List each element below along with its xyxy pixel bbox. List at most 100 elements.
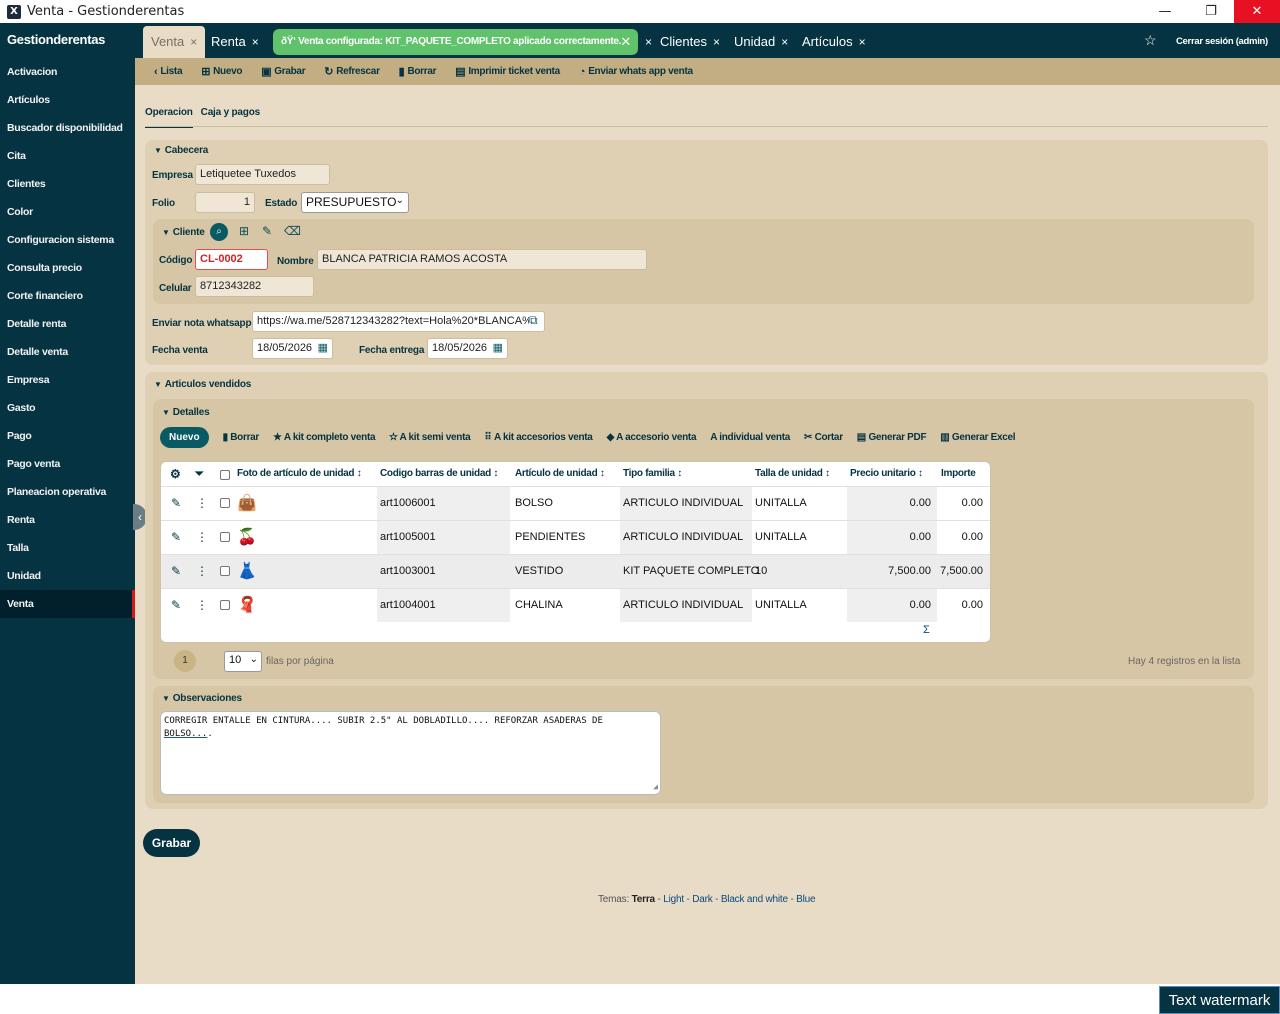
cortar-button[interactable]: ✂ Cortar bbox=[804, 432, 843, 443]
sidebar-item-consulta-precio[interactable]: Consulta precio bbox=[0, 254, 135, 282]
col-tipo[interactable]: Tipo familia ↕ bbox=[623, 462, 682, 486]
sidebar-item-detalle-venta[interactable]: Detalle venta bbox=[0, 338, 135, 366]
sidebar-item-unidad[interactable]: Unidad bbox=[0, 562, 135, 590]
close-tab-icon[interactable]: × bbox=[252, 26, 259, 58]
theme-blue[interactable]: Blue bbox=[796, 894, 815, 905]
whatsapp-link-field[interactable]: https://wa.me/528712343282?text=Hola%20*… bbox=[252, 311, 545, 332]
grabar-button[interactable]: Grabar bbox=[143, 829, 200, 857]
accesorio-button[interactable]: ◆ A accesorio venta bbox=[607, 432, 697, 443]
toolbar-lista-button[interactable]: ‹ Lista bbox=[154, 66, 183, 78]
close-window-button[interactable]: ✕ bbox=[1234, 0, 1280, 23]
nuevo-detail-button[interactable]: Nuevo bbox=[160, 427, 209, 448]
table-row[interactable]: ✎ ⋮ 🧣 art1004001 CHALINA ARTICULO INDIVIDUAL U… bbox=[161, 588, 990, 622]
toolbar-imprimir-ticket-venta-button[interactable]: ▤ Imprimir ticket venta bbox=[455, 65, 560, 78]
grid-settings-gear-icon[interactable]: ⚙ bbox=[170, 462, 181, 486]
col-codigo[interactable]: Codigo barras de unidad ↕ bbox=[380, 462, 498, 486]
estado-select[interactable]: PRESUPUESTO ⌄ bbox=[301, 192, 409, 213]
tab-renta[interactable]: Renta × bbox=[211, 26, 259, 58]
tab-venta[interactable]: Venta × bbox=[143, 26, 206, 58]
close-tab-icon[interactable]: × bbox=[645, 26, 652, 58]
table-row[interactable]: ✎ ⋮ 👗 art1003001 VESTIDO KIT PAQUETE COMPLETO… bbox=[161, 554, 990, 588]
sidebar-item-configuracion-sistema[interactable]: Configuracion sistema bbox=[0, 226, 135, 254]
sidebar-item-venta[interactable]: Venta bbox=[0, 590, 135, 618]
detalles-header[interactable]: ▼ Detalles bbox=[162, 407, 210, 418]
sidebar-item-artículos[interactable]: Artículos bbox=[0, 86, 135, 114]
minimize-button[interactable]: — bbox=[1142, 0, 1188, 23]
logout-link[interactable]: Cerrar sesión (admin) bbox=[1176, 36, 1268, 47]
sidebar-item-talla[interactable]: Talla bbox=[0, 534, 135, 562]
theme-dark[interactable]: Dark bbox=[692, 894, 713, 905]
col-importe[interactable]: Importe bbox=[941, 462, 976, 486]
kit-completo-button[interactable]: ★ A kit completo venta bbox=[273, 432, 376, 443]
close-tab-icon[interactable]: × bbox=[859, 26, 866, 58]
calendar-icon[interactable]: ▦ bbox=[493, 342, 503, 355]
fecha-entrega-field[interactable]: 18/05/2026 ▦ bbox=[427, 338, 508, 359]
sidebar-item-gasto[interactable]: Gasto bbox=[0, 394, 135, 422]
subtab-caja-y-pagos[interactable]: Caja y pagos bbox=[201, 104, 260, 128]
col-foto[interactable]: Foto de artículo de unidad ↕ bbox=[237, 462, 362, 486]
sidebar-item-cita[interactable]: Cita bbox=[0, 142, 135, 170]
close-tab-icon[interactable]: × bbox=[781, 26, 788, 58]
table-row[interactable]: ✎ ⋮ 👜 art1006001 BOLSO ARTICULO INDIVIDUAL UNI… bbox=[161, 486, 990, 520]
tab-articulos[interactable]: Artículos × bbox=[802, 26, 866, 58]
toolbar-grabar-button[interactable]: ▣ Grabar bbox=[261, 65, 305, 78]
row-checkbox[interactable] bbox=[220, 566, 230, 576]
toolbar-enviar-whats-app-venta-button[interactable]: ◔ Enviar whats app venta bbox=[579, 66, 693, 78]
row-menu-dots-icon[interactable]: ⋮ bbox=[196, 555, 208, 588]
theme-black-white[interactable]: Black and white bbox=[721, 894, 788, 905]
sidebar-item-color[interactable]: Color bbox=[0, 198, 135, 226]
star-icon[interactable]: ☆ bbox=[1144, 32, 1157, 49]
theme-current[interactable]: Terra bbox=[632, 894, 655, 905]
sidebar-item-renta[interactable]: Renta bbox=[0, 506, 135, 534]
empresa-field[interactable]: Letiquetee Tuxedos bbox=[195, 164, 330, 185]
select-all-checkbox[interactable] bbox=[220, 470, 230, 480]
row-menu-dots-icon[interactable]: ⋮ bbox=[196, 589, 208, 622]
articulos-header[interactable]: ▼ Articulos vendidos bbox=[154, 379, 251, 390]
tab-clientes[interactable]: Clientes × bbox=[660, 26, 720, 58]
cliente-header[interactable]: ▼ Cliente bbox=[162, 227, 205, 238]
toast-close-icon[interactable]: ✕ bbox=[620, 29, 631, 55]
edit-row-pencil-icon[interactable]: ✎ bbox=[171, 521, 181, 554]
calendar-icon[interactable]: ▦ bbox=[318, 342, 328, 355]
row-checkbox[interactable] bbox=[220, 600, 230, 610]
sidebar-item-corte-financiero[interactable]: Corte financiero bbox=[0, 282, 135, 310]
fecha-venta-field[interactable]: 18/05/2026 ▦ bbox=[252, 338, 333, 359]
sidebar-item-pago-venta[interactable]: Pago venta bbox=[0, 450, 135, 478]
edit-client-pencil-icon[interactable]: ✎ bbox=[262, 224, 272, 238]
toolbar-nuevo-button[interactable]: ⊞ Nuevo bbox=[201, 65, 242, 78]
generar-pdf-button[interactable]: ▤ Generar PDF bbox=[857, 432, 927, 443]
nombre-field[interactable]: BLANCA PATRICIA RAMOS ACOSTA bbox=[317, 249, 647, 270]
search-client-icon[interactable]: ⌕ bbox=[210, 223, 228, 241]
individual-button[interactable]: A individual venta bbox=[710, 432, 790, 443]
sidebar-item-buscador-disponibilidad[interactable]: Buscador disponibilidad bbox=[0, 114, 135, 142]
add-client-icon[interactable]: ⊞ bbox=[239, 224, 249, 238]
observaciones-textarea[interactable]: CORREGIR ENTALLE EN CINTURA.... SUBIR 2.… bbox=[160, 711, 661, 795]
row-checkbox[interactable] bbox=[220, 498, 230, 508]
toolbar-refrescar-button[interactable]: ↻ Refrescar bbox=[324, 65, 380, 78]
sidebar-item-empresa[interactable]: Empresa bbox=[0, 366, 135, 394]
celular-field[interactable]: 8712343282 bbox=[195, 276, 314, 297]
row-menu-dots-icon[interactable]: ⋮ bbox=[196, 487, 208, 520]
sidebar-item-pago[interactable]: Pago bbox=[0, 422, 135, 450]
row-checkbox[interactable] bbox=[220, 532, 230, 542]
brand-title[interactable]: Gestionderentas bbox=[0, 23, 135, 58]
sidebar-item-planeacion-operativa[interactable]: Planeacion operativa bbox=[0, 478, 135, 506]
subtab-operacion[interactable]: Operacion bbox=[145, 104, 193, 128]
page-button[interactable]: 1 bbox=[174, 650, 196, 672]
kit-accesorios-button[interactable]: ⠿ A kit accesorios venta bbox=[484, 432, 592, 443]
table-row[interactable]: ✎ ⋮ 🍒 art1005001 PENDIENTES ARTICULO INDIVIDU… bbox=[161, 520, 990, 554]
col-articulo[interactable]: Artículo de unidad ↕ bbox=[515, 462, 605, 486]
filter-icon[interactable]: ⏷ bbox=[195, 462, 204, 486]
cabecera-header[interactable]: ▼ Cabecera bbox=[154, 145, 208, 156]
sidebar-item-activacion[interactable]: Activacion bbox=[0, 58, 135, 86]
row-menu-dots-icon[interactable]: ⋮ bbox=[196, 521, 208, 554]
kit-semi-button[interactable]: ✫ A kit semi venta bbox=[389, 432, 470, 443]
edit-row-pencil-icon[interactable]: ✎ bbox=[171, 555, 181, 588]
observaciones-header[interactable]: ▼ Observaciones bbox=[162, 693, 242, 704]
restore-button[interactable]: ❐ bbox=[1188, 0, 1234, 23]
col-talla[interactable]: Talla de unidad ↕ bbox=[755, 462, 830, 486]
generar-excel-button[interactable]: ▥ Generar Excel bbox=[940, 432, 1015, 443]
folio-field[interactable]: 1 bbox=[195, 192, 255, 213]
resize-handle-icon[interactable]: ◢ bbox=[653, 780, 658, 793]
close-tab-icon[interactable]: × bbox=[190, 26, 197, 58]
